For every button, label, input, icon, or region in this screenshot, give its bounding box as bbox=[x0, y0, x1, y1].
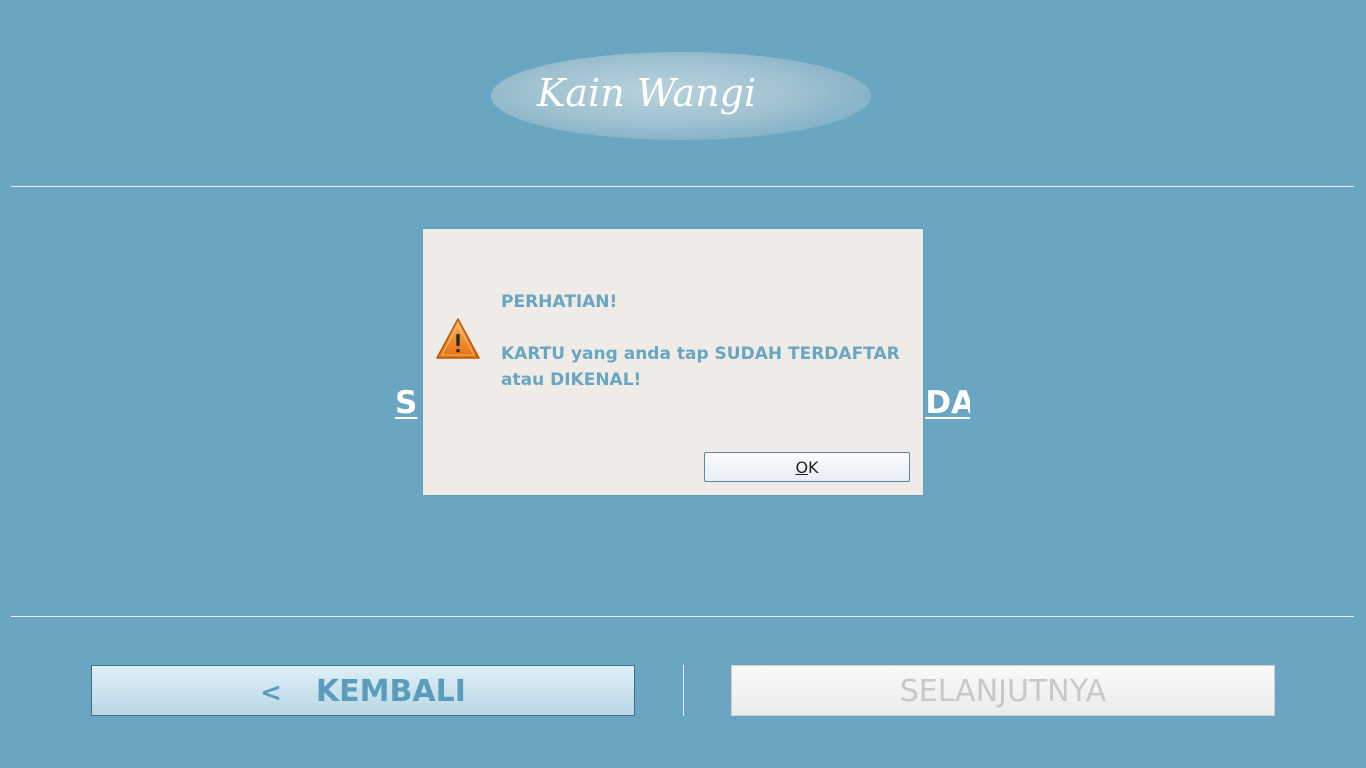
back-button[interactable]: < KEMBALI bbox=[91, 665, 635, 716]
bottom-divider bbox=[11, 616, 1354, 617]
back-arrow-icon: < bbox=[260, 678, 282, 708]
dialog-title: PERHATIAN! bbox=[501, 292, 618, 312]
next-button-label: SELANJUTNYA bbox=[899, 674, 1107, 709]
back-button-label: KEMBALI bbox=[315, 674, 466, 709]
app-logo: Kain Wangi bbox=[491, 50, 883, 142]
dialog-body: KARTU yang anda tap SUDAH TERDAFTAR atau… bbox=[501, 344, 900, 390]
warning-icon bbox=[435, 317, 481, 361]
top-divider bbox=[11, 186, 1354, 187]
app-window: Kain Wangi SDA! PERHATIAN! KAR bbox=[0, 0, 1366, 768]
logo-text: Kain Wangi bbox=[536, 71, 756, 115]
ok-mnemonic: O bbox=[795, 458, 809, 477]
ok-button[interactable]: OK bbox=[704, 452, 910, 482]
dialog-message: PERHATIAN! KARTU yang anda tap SUDAH TER… bbox=[501, 289, 901, 393]
button-separator bbox=[683, 665, 684, 716]
instruction-right: DA! bbox=[925, 385, 970, 421]
alert-dialog: PERHATIAN! KARTU yang anda tap SUDAH TER… bbox=[423, 229, 923, 495]
instruction-left: S bbox=[395, 385, 418, 421]
next-button[interactable]: SELANJUTNYA bbox=[731, 665, 1275, 716]
ok-label-rest: K bbox=[808, 458, 819, 477]
